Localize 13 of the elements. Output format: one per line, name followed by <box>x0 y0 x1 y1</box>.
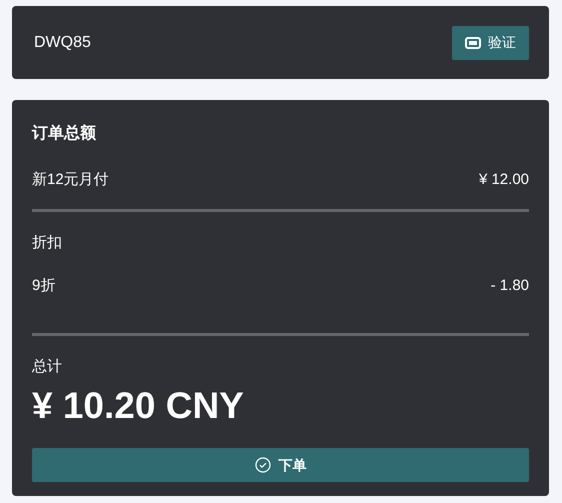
discount-amount: - 1.80 <box>490 276 529 296</box>
place-order-button[interactable]: 下单 <box>32 448 529 482</box>
discount-name: 9折 <box>32 276 56 296</box>
item-price: ¥ 12.00 <box>478 170 529 190</box>
order-title: 订单总额 <box>32 123 97 144</box>
total-label: 总计 <box>32 356 63 376</box>
discount-heading: 折扣 <box>32 232 63 252</box>
check-circle-icon <box>254 457 270 473</box>
verify-button[interactable]: 验证 <box>452 26 529 60</box>
total-amount: ¥ 10.20 CNY <box>32 384 245 428</box>
ticket-icon <box>465 36 481 48</box>
item-name: 新12元月付 <box>32 170 109 190</box>
coupon-code: DWQ85 <box>34 32 91 52</box>
